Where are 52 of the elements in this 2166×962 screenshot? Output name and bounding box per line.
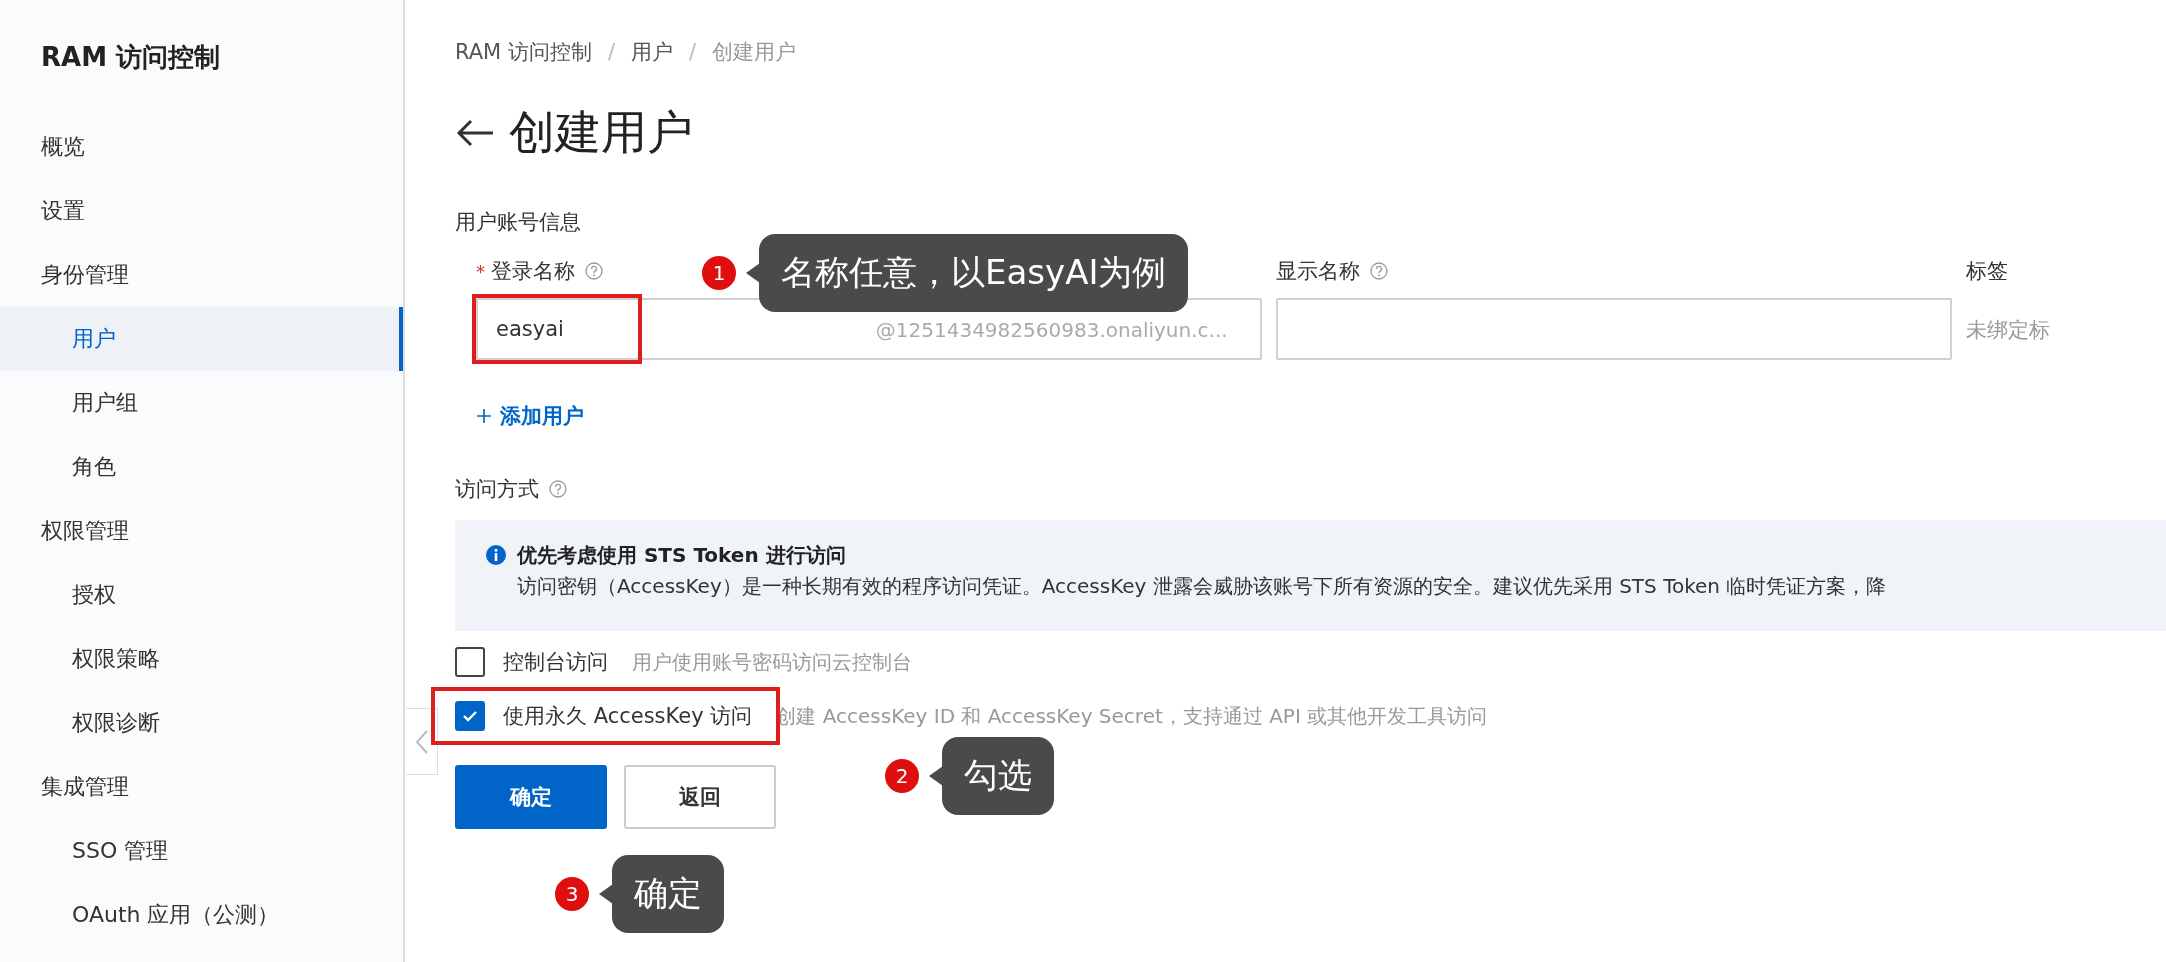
sidebar-item[interactable]: 设置	[0, 179, 403, 243]
breadcrumb-separator: /	[689, 40, 697, 64]
step-number-badge: 3	[553, 875, 591, 913]
field-label: 显示名称	[1275, 258, 1360, 285]
sidebar-item[interactable]: 身份管理	[0, 243, 403, 307]
sidebar-item[interactable]: 集成管理	[0, 755, 403, 819]
notice-title: 优先考虑使用 STS Token 进行访问	[517, 542, 847, 569]
sidebar-item[interactable]: 角色	[0, 435, 403, 499]
back-arrow-icon	[455, 118, 495, 148]
sidebar-item[interactable]: 权限管理	[0, 499, 403, 563]
add-user-link[interactable]: 添加用户	[476, 402, 584, 430]
check-icon	[462, 710, 478, 722]
sidebar-item[interactable]: SSO 管理	[0, 819, 403, 883]
field-label: 登录名称	[491, 258, 575, 285]
step-number-badge: 1	[700, 254, 738, 292]
field-label: 访问方式	[455, 476, 539, 503]
sidebar-item[interactable]: OAuth 应用（公测）	[0, 883, 403, 947]
sidebar-title: RAM 访问控制	[40, 41, 222, 74]
sidebar-item[interactable]: 用户	[0, 307, 403, 371]
checkbox[interactable]	[455, 701, 485, 731]
checkbox-label: 使用永久 AccessKey 访问	[503, 703, 753, 730]
sidebar-item[interactable]: 概览	[0, 115, 403, 179]
option-description: 用户使用账号密码访问云控制台	[632, 648, 912, 676]
info-icon	[485, 544, 507, 566]
chevron-left-icon	[414, 728, 429, 755]
required-mark: *	[476, 260, 485, 282]
collapse-handle[interactable]	[406, 708, 438, 775]
annotation-tooltip: 名称任意，以EasyAI为例	[759, 234, 1189, 312]
back-button[interactable]: 返回	[624, 765, 776, 829]
confirm-button[interactable]: 确定	[455, 765, 607, 829]
notice-text: 访问密钥（AccessKey）是一种长期有效的程序访问凭证。AccessKey 泄露会威胁该账号下所有资源的安全。建议优先采用 STS Token 临时凭证方案，降	[517, 573, 1887, 600]
sidebar-item[interactable]: 授权	[0, 563, 403, 627]
breadcrumb-link[interactable]: 用户	[631, 38, 673, 66]
sidebar-item[interactable]: 用户组	[0, 371, 403, 435]
step-number-badge: 2	[883, 757, 921, 795]
section-title: 用户账号信息	[455, 209, 582, 236]
checkbox-label: 控制台访问	[503, 649, 608, 676]
domain-suffix: @1251434982560983.onaliyun.c...	[875, 318, 1228, 342]
breadcrumb-link[interactable]: RAM 访问控制	[455, 38, 592, 66]
field-label: 标签	[1966, 258, 2009, 285]
annotation-tooltip: 勾选	[942, 737, 1054, 815]
plus-icon	[476, 408, 492, 424]
sidebar-item[interactable]: 权限诊断	[0, 691, 403, 755]
checkbox[interactable]	[455, 647, 485, 677]
add-user-text: 添加用户	[500, 403, 584, 430]
breadcrumb-separator: /	[607, 40, 615, 64]
annotation-tooltip: 确定	[612, 855, 724, 933]
input-field[interactable]	[1275, 298, 1952, 360]
tag-value: 未绑定标	[1966, 317, 2051, 344]
page-title: 创建用户	[509, 104, 693, 161]
sidebar-item[interactable]: 权限策略	[0, 627, 403, 691]
back-button[interactable]	[455, 118, 495, 148]
